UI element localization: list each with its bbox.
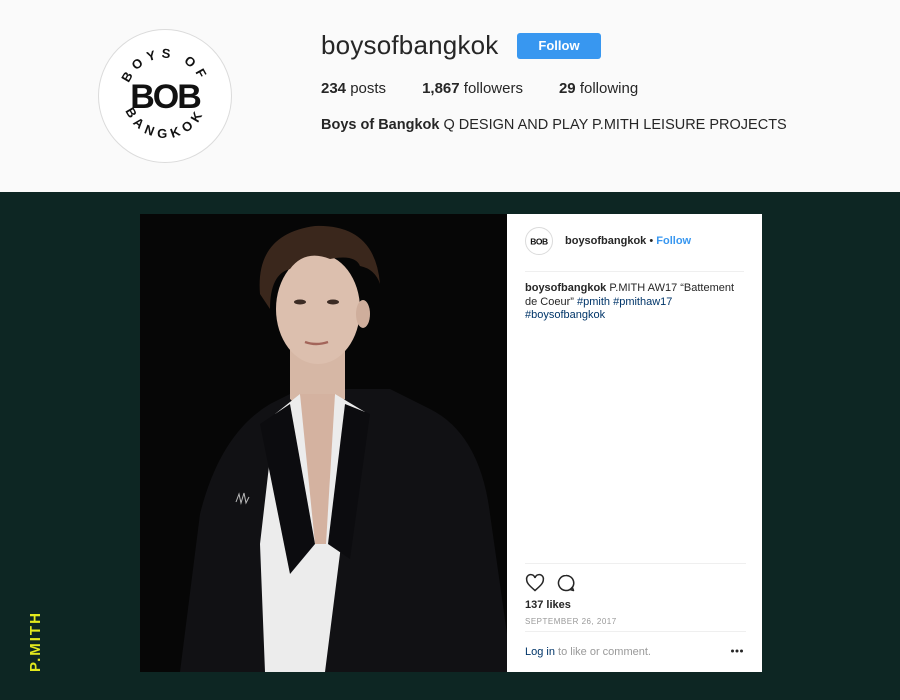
profile-avatar[interactable]: BOYS OF BANGKOK BOB <box>98 29 232 163</box>
bio-text: Q DESIGN AND PLAY P.MITH LEISURE PROJECT… <box>439 117 787 133</box>
stat-following[interactable]: 29 following <box>559 80 638 97</box>
stat-posts[interactable]: 234 posts <box>321 80 386 97</box>
heart-icon[interactable] <box>525 573 545 593</box>
logo-center-text: BOB <box>130 78 201 116</box>
post-follow-link[interactable]: Follow <box>656 235 691 247</box>
posts-count: 234 <box>321 80 347 97</box>
following-count: 29 <box>558 80 576 97</box>
profile-username: boysofbangkok <box>321 30 499 60</box>
speech-bubble-icon[interactable] <box>556 573 576 593</box>
post-header: BOB boysofbangkok • Follow <box>525 227 744 272</box>
action-icons <box>525 573 587 593</box>
profile-stats: 234 posts 1,867 followers 29 following <box>321 80 674 97</box>
profile-bio: Boys of Bangkok Q DESIGN AND PLAY P.MITH… <box>321 117 787 133</box>
bio-name: Boys of Bangkok <box>321 117 440 133</box>
post-actions: 137 likes SEPTEMBER 26, 2017 <box>525 563 746 626</box>
stat-followers[interactable]: 1,867 followers <box>422 80 523 97</box>
login-rest-text: to like or comment. <box>554 646 651 658</box>
followers-count: 1,867 <box>422 80 460 97</box>
bob-mini-logo: BOB <box>530 237 548 247</box>
post-header-text: boysofbangkok • Follow <box>565 235 691 247</box>
header-dot: • <box>646 235 657 247</box>
post-date: SEPTEMBER 26, 2017 <box>525 617 617 626</box>
side-brand-label: P.MITH <box>27 611 44 672</box>
ellipsis-icon[interactable] <box>730 646 744 656</box>
mini-logo-text: BOB <box>530 237 548 247</box>
login-prompt: Log in to like or comment. <box>525 646 651 658</box>
follow-button[interactable]: Follow <box>517 33 601 59</box>
login-link[interactable]: Log in <box>525 646 555 658</box>
likes-count[interactable]: 137 likes <box>525 599 571 611</box>
comment-bar: Log in to like or comment. <box>525 631 746 665</box>
hashtag-link[interactable]: #pmithaw17 <box>613 296 672 308</box>
profile-header: BOYS OF BANGKOK BOB boysofbangkok Follow… <box>0 0 900 192</box>
followers-label: followers <box>459 80 523 97</box>
post-avatar[interactable]: BOB <box>525 227 553 255</box>
post-username[interactable]: boysofbangkok <box>565 235 646 247</box>
post-photo[interactable] <box>140 214 507 672</box>
model-portrait-image <box>140 214 507 672</box>
hashtag-link[interactable]: #boysofbangkok <box>525 309 605 321</box>
following-label: following <box>575 80 639 97</box>
caption-username[interactable]: boysofbangkok <box>525 282 606 294</box>
hashtag-link[interactable]: #pmith <box>577 296 610 308</box>
bob-logo: BOYS OF BANGKOK BOB <box>118 46 207 141</box>
post-panel: BOB boysofbangkok • Follow boysofbangkok… <box>507 214 762 672</box>
post-caption: boysofbangkok P.MITH AW17 “Battement de … <box>525 282 745 323</box>
posts-label: posts <box>346 80 387 97</box>
